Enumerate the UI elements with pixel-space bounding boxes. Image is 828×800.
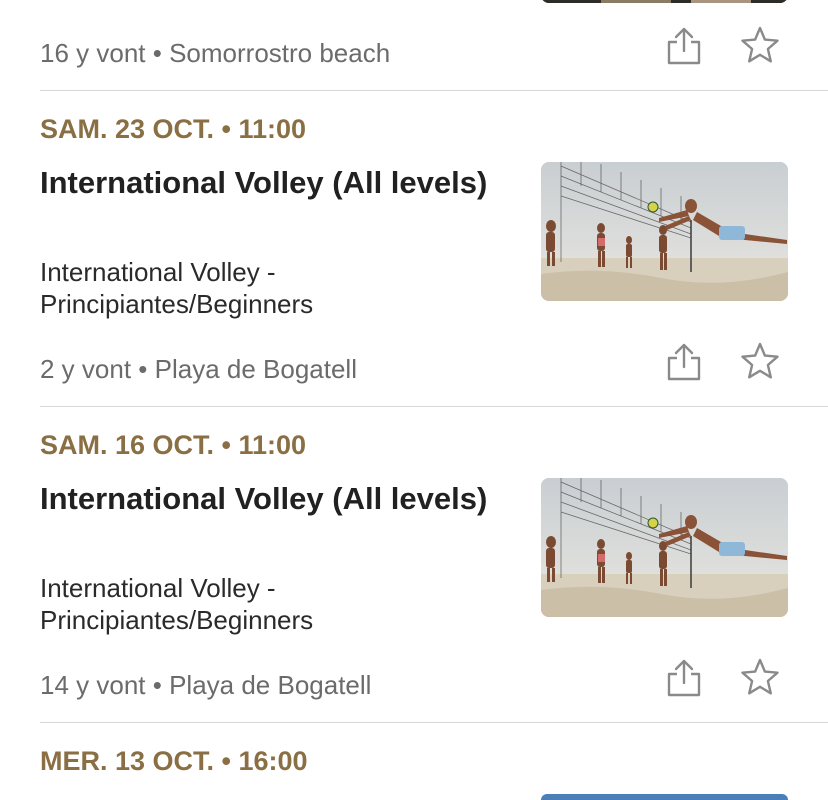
event-location: Playa de Bogatell: [169, 670, 372, 700]
meta-separator: •: [145, 670, 170, 700]
event-date: SAM. 16 OCT. • 11:00: [40, 430, 307, 460]
attendee-avatars-partial: [326, 794, 406, 800]
event-meta: 14 y vont • Playa de Bogatell: [40, 670, 371, 701]
star-icon[interactable]: [738, 656, 782, 700]
event-meta: 2 y vont • Playa de Bogatell: [40, 354, 357, 385]
event-location: Playa de Bogatell: [154, 354, 357, 384]
star-icon[interactable]: [738, 24, 782, 68]
event-thumbnail[interactable]: [541, 162, 788, 301]
attendee-count: 2 y vont: [40, 354, 132, 384]
event-date: MER. 13 OCT. • 16:00: [40, 746, 308, 776]
event-thumbnail-partial[interactable]: [541, 0, 788, 3]
event-date: SAM. 23 OCT. • 11:00: [40, 114, 307, 144]
event-description: International Volley - Principiantes/Beg…: [40, 257, 314, 319]
meta-separator: •: [131, 354, 155, 384]
attendee-count: 14 y vont: [40, 670, 146, 700]
share-icon[interactable]: [662, 656, 706, 700]
event-thumbnail[interactable]: [541, 478, 788, 617]
events-list: 16 y vont • Somorrostro beach SAM. 23 OC…: [0, 0, 828, 800]
divider: [40, 90, 828, 91]
attendee-count: 16 y vont: [40, 38, 146, 68]
meta-separator: •: [145, 38, 170, 68]
event-description: International Volley - Principiantes/Beg…: [40, 573, 314, 635]
event-location: Somorrostro beach: [169, 38, 391, 68]
event-title[interactable]: International Volley (All levels): [40, 480, 510, 517]
event-title[interactable]: International Volley (All levels): [40, 164, 510, 201]
divider: [40, 406, 828, 407]
event-thumbnail-partial[interactable]: [541, 794, 788, 800]
share-icon[interactable]: [662, 340, 706, 384]
share-icon[interactable]: [662, 24, 706, 68]
event-meta: 16 y vont • Somorrostro beach: [40, 38, 390, 69]
divider: [40, 722, 828, 723]
star-icon[interactable]: [738, 340, 782, 384]
